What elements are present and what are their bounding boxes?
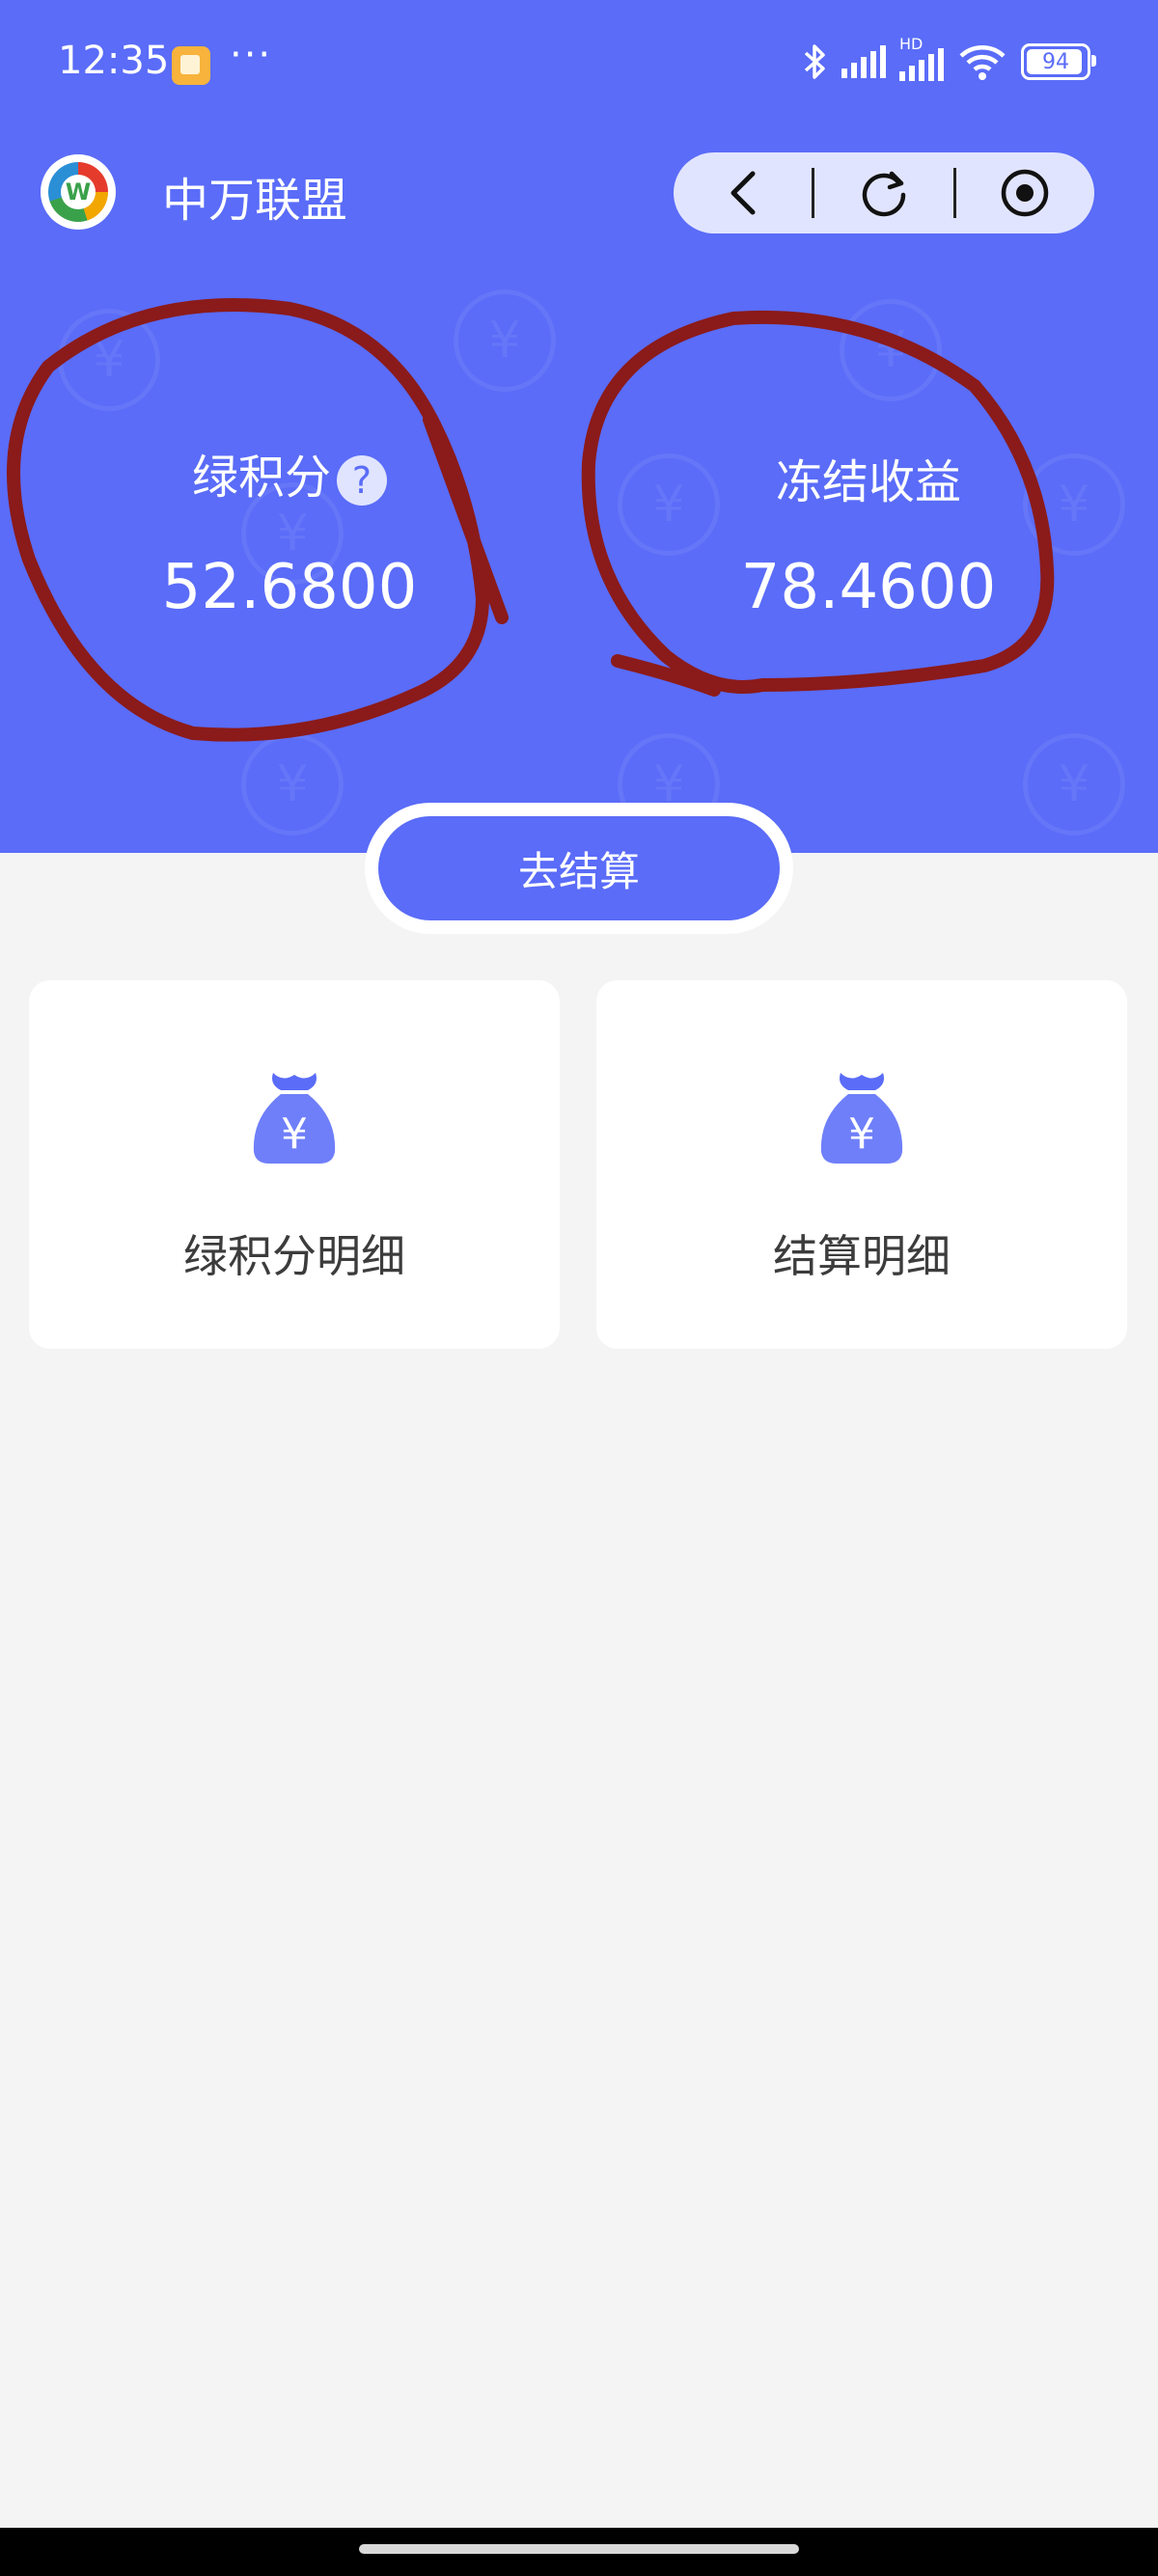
signal-hd-icon: HD xyxy=(899,35,944,81)
help-icon[interactable]: ? xyxy=(337,455,387,506)
bluetooth-icon xyxy=(804,44,825,79)
battery-icon: 94 xyxy=(1021,43,1096,80)
green-points-label-row: 绿积分? xyxy=(96,439,482,507)
green-points-label: 绿积分 xyxy=(191,451,331,505)
settlement-detail-card[interactable]: ¥ 结算明细 xyxy=(596,980,1127,1349)
card-label: 结算明细 xyxy=(773,1230,951,1282)
green-points-value: 52.6800 xyxy=(161,552,418,623)
hd-label: HD xyxy=(899,35,924,53)
green-points-detail-card[interactable]: ¥ 绿积分明细 xyxy=(29,980,560,1349)
coin-watermark: ¥ xyxy=(58,309,160,411)
money-bag-icon: ¥ xyxy=(820,1073,903,1164)
home-indicator[interactable] xyxy=(359,2544,799,2554)
settle-button[interactable]: 去结算 xyxy=(378,816,780,920)
frozen-income-label: 冻结收益 xyxy=(775,455,961,509)
app-title: 中万联盟 xyxy=(162,174,348,228)
battery-level: 94 xyxy=(1042,49,1069,74)
coin-watermark: ¥ xyxy=(840,299,942,401)
close-miniprogram-button[interactable] xyxy=(956,152,1094,233)
yuan-symbol: ¥ xyxy=(281,1110,308,1159)
back-button[interactable] xyxy=(674,152,812,233)
frozen-income-value: 78.4600 xyxy=(740,552,997,623)
back-icon xyxy=(731,171,756,215)
coin-watermark: ¥ xyxy=(1023,733,1125,836)
notification-app-icon xyxy=(172,46,210,85)
signal-icon xyxy=(841,45,886,78)
hero-header: ¥ ¥ ¥ ¥ ¥ ¥ ¥ ¥ ¥ xyxy=(0,0,1158,853)
logo-letter: W xyxy=(61,175,96,209)
yuan-symbol: ¥ xyxy=(848,1110,875,1159)
app-logo: W xyxy=(41,154,116,230)
refresh-button[interactable] xyxy=(814,152,952,233)
miniprogram-capsule xyxy=(674,152,1094,233)
money-bag-icon: ¥ xyxy=(253,1073,336,1164)
status-time: 12:35 xyxy=(58,39,170,83)
coin-watermark: ¥ xyxy=(454,289,556,392)
refresh-icon xyxy=(862,171,906,217)
status-icons: HD 94 xyxy=(803,35,1096,81)
wifi-icon xyxy=(959,45,1006,80)
record-icon xyxy=(1002,169,1049,217)
more-notifications-icon: ··· xyxy=(230,33,273,77)
coin-watermark: ¥ xyxy=(241,733,344,836)
card-label: 绿积分明细 xyxy=(183,1230,405,1282)
